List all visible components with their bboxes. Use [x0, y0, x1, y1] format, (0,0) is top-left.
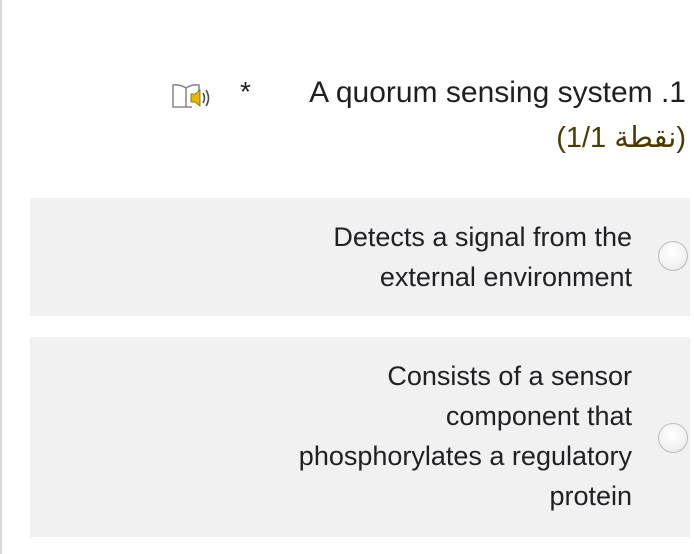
radio-button[interactable]	[658, 423, 688, 453]
option-label-line: phosphorylates a regulatory	[298, 441, 632, 471]
answer-option[interactable]: Detects a signal from the external envir…	[30, 198, 690, 316]
question-header: * A quorum sensing system .1	[150, 74, 686, 114]
book-speaker-icon[interactable]	[170, 80, 214, 110]
option-label-line: Consists of a sensor	[387, 361, 632, 391]
answer-option[interactable]: Consists of a sensor component that phos…	[30, 337, 690, 537]
left-border-line	[0, 0, 2, 554]
question-title: A quorum sensing system .1	[309, 76, 686, 109]
required-asterisk: *	[240, 76, 251, 107]
option-label: Consists of a sensor component that phos…	[212, 356, 632, 516]
option-label-line: external environment	[379, 262, 632, 292]
option-label-line: protein	[549, 481, 632, 511]
radio-button[interactable]	[658, 241, 688, 271]
points-label: (1/1 نقطة)	[556, 122, 686, 154]
option-label-line: Detects a signal from the	[333, 222, 632, 252]
option-label: Detects a signal from the external envir…	[232, 217, 632, 297]
option-label-line: component that	[445, 401, 632, 431]
